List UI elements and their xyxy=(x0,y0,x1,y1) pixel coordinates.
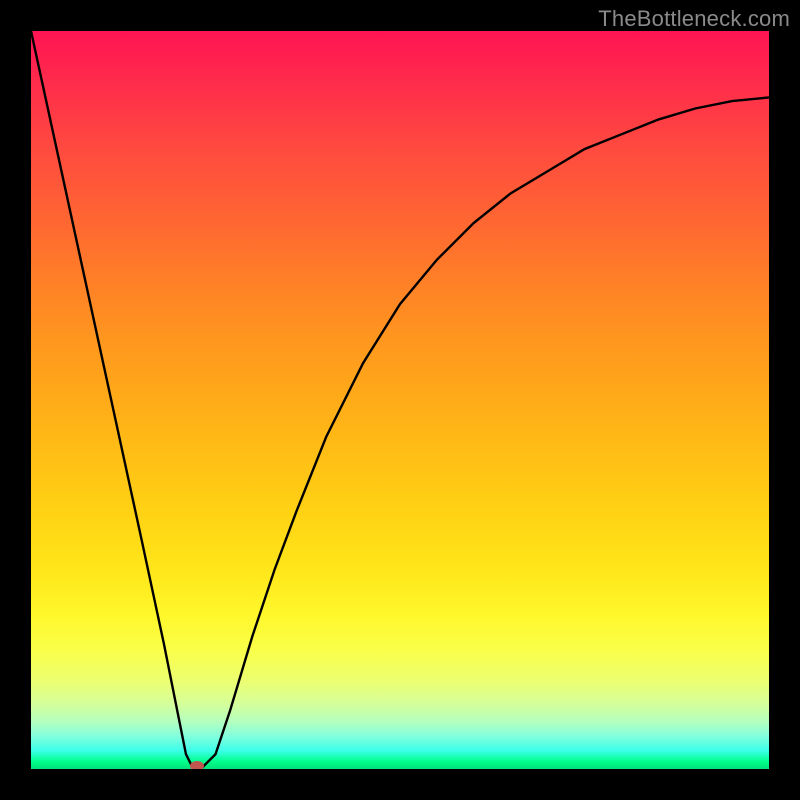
watermark-text: TheBottleneck.com xyxy=(598,6,790,32)
curve-svg xyxy=(31,31,769,769)
chart-frame: TheBottleneck.com xyxy=(0,0,800,800)
bottleneck-curve xyxy=(31,31,769,769)
plot-area xyxy=(31,31,769,769)
optimal-point-marker xyxy=(190,761,204,769)
